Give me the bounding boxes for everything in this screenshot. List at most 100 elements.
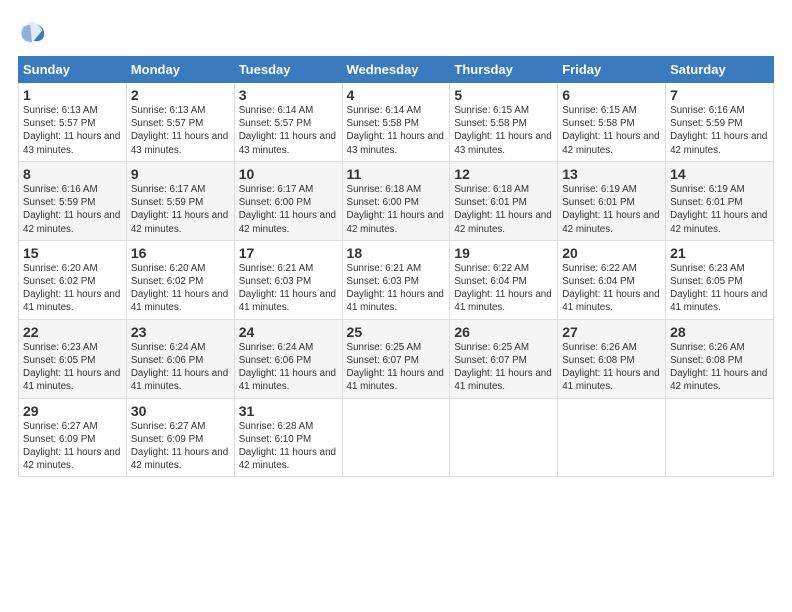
calendar-cell: 8 Sunrise: 6:16 AM Sunset: 5:59 PM Dayli… <box>19 161 127 240</box>
sunset-label: Sunset: 6:08 PM <box>562 355 634 366</box>
sunrise-label: Sunrise: 6:20 AM <box>131 263 206 274</box>
calendar-cell: 24 Sunrise: 6:24 AM Sunset: 6:06 PM Dayl… <box>234 319 342 398</box>
day-info: Sunrise: 6:20 AM Sunset: 6:02 PM Dayligh… <box>23 262 122 315</box>
sunset-label: Sunset: 5:57 PM <box>23 118 95 129</box>
sunset-label: Sunset: 6:01 PM <box>670 197 742 208</box>
daylight-label: Daylight: 11 hours and 42 minutes. <box>23 210 120 234</box>
calendar-header-thursday: Thursday <box>450 57 558 83</box>
day-number: 18 <box>347 245 446 261</box>
page: SundayMondayTuesdayWednesdayThursdayFrid… <box>0 0 792 612</box>
daylight-label: Daylight: 11 hours and 43 minutes. <box>347 131 444 155</box>
day-info: Sunrise: 6:23 AM Sunset: 6:05 PM Dayligh… <box>23 341 122 394</box>
day-info: Sunrise: 6:16 AM Sunset: 5:59 PM Dayligh… <box>23 183 122 236</box>
daylight-label: Daylight: 11 hours and 41 minutes. <box>23 368 120 392</box>
day-info: Sunrise: 6:15 AM Sunset: 5:58 PM Dayligh… <box>454 104 553 157</box>
sunset-label: Sunset: 6:07 PM <box>454 355 526 366</box>
day-info: Sunrise: 6:21 AM Sunset: 6:03 PM Dayligh… <box>347 262 446 315</box>
day-info: Sunrise: 6:28 AM Sunset: 6:10 PM Dayligh… <box>239 420 338 473</box>
logo-icon <box>18 18 46 46</box>
calendar-cell: 19 Sunrise: 6:22 AM Sunset: 6:04 PM Dayl… <box>450 240 558 319</box>
calendar-week-5: 29 Sunrise: 6:27 AM Sunset: 6:09 PM Dayl… <box>19 398 774 477</box>
sunrise-label: Sunrise: 6:21 AM <box>347 263 422 274</box>
sunset-label: Sunset: 6:09 PM <box>131 434 203 445</box>
day-info: Sunrise: 6:27 AM Sunset: 6:09 PM Dayligh… <box>131 420 230 473</box>
sunrise-label: Sunrise: 6:18 AM <box>347 184 422 195</box>
calendar-cell: 16 Sunrise: 6:20 AM Sunset: 6:02 PM Dayl… <box>126 240 234 319</box>
calendar-header-saturday: Saturday <box>666 57 774 83</box>
day-number: 24 <box>239 324 338 340</box>
sunrise-label: Sunrise: 6:22 AM <box>562 263 637 274</box>
daylight-label: Daylight: 11 hours and 41 minutes. <box>23 289 120 313</box>
calendar-cell <box>450 398 558 477</box>
calendar-cell: 25 Sunrise: 6:25 AM Sunset: 6:07 PM Dayl… <box>342 319 450 398</box>
day-number: 12 <box>454 166 553 182</box>
sunset-label: Sunset: 6:04 PM <box>454 276 526 287</box>
calendar-header-sunday: Sunday <box>19 57 127 83</box>
calendar-cell: 1 Sunrise: 6:13 AM Sunset: 5:57 PM Dayli… <box>19 83 127 162</box>
sunset-label: Sunset: 5:58 PM <box>454 118 526 129</box>
sunset-label: Sunset: 6:03 PM <box>239 276 311 287</box>
calendar-table: SundayMondayTuesdayWednesdayThursdayFrid… <box>18 56 774 477</box>
daylight-label: Daylight: 11 hours and 41 minutes. <box>239 289 336 313</box>
day-number: 28 <box>670 324 769 340</box>
logo <box>18 18 50 46</box>
daylight-label: Daylight: 11 hours and 42 minutes. <box>131 447 228 471</box>
sunset-label: Sunset: 6:10 PM <box>239 434 311 445</box>
day-info: Sunrise: 6:15 AM Sunset: 5:58 PM Dayligh… <box>562 104 661 157</box>
daylight-label: Daylight: 11 hours and 42 minutes. <box>670 210 767 234</box>
day-number: 29 <box>23 403 122 419</box>
sunset-label: Sunset: 5:58 PM <box>562 118 634 129</box>
calendar-header-tuesday: Tuesday <box>234 57 342 83</box>
sunrise-label: Sunrise: 6:26 AM <box>670 342 745 353</box>
sunrise-label: Sunrise: 6:16 AM <box>670 105 745 116</box>
sunrise-label: Sunrise: 6:24 AM <box>131 342 206 353</box>
sunrise-label: Sunrise: 6:24 AM <box>239 342 314 353</box>
sunrise-label: Sunrise: 6:25 AM <box>347 342 422 353</box>
day-info: Sunrise: 6:22 AM Sunset: 6:04 PM Dayligh… <box>562 262 661 315</box>
day-number: 31 <box>239 403 338 419</box>
daylight-label: Daylight: 11 hours and 43 minutes. <box>454 131 551 155</box>
daylight-label: Daylight: 11 hours and 42 minutes. <box>670 131 767 155</box>
calendar-cell: 15 Sunrise: 6:20 AM Sunset: 6:02 PM Dayl… <box>19 240 127 319</box>
sunset-label: Sunset: 6:09 PM <box>23 434 95 445</box>
sunset-label: Sunset: 6:07 PM <box>347 355 419 366</box>
sunrise-label: Sunrise: 6:27 AM <box>131 421 206 432</box>
sunrise-label: Sunrise: 6:14 AM <box>347 105 422 116</box>
day-info: Sunrise: 6:19 AM Sunset: 6:01 PM Dayligh… <box>670 183 769 236</box>
sunset-label: Sunset: 6:06 PM <box>239 355 311 366</box>
sunrise-label: Sunrise: 6:19 AM <box>562 184 637 195</box>
sunrise-label: Sunrise: 6:15 AM <box>454 105 529 116</box>
daylight-label: Daylight: 11 hours and 41 minutes. <box>454 289 551 313</box>
day-number: 10 <box>239 166 338 182</box>
calendar-cell: 31 Sunrise: 6:28 AM Sunset: 6:10 PM Dayl… <box>234 398 342 477</box>
day-number: 20 <box>562 245 661 261</box>
calendar-cell: 28 Sunrise: 6:26 AM Sunset: 6:08 PM Dayl… <box>666 319 774 398</box>
calendar-cell: 18 Sunrise: 6:21 AM Sunset: 6:03 PM Dayl… <box>342 240 450 319</box>
sunset-label: Sunset: 6:00 PM <box>347 197 419 208</box>
daylight-label: Daylight: 11 hours and 41 minutes. <box>239 368 336 392</box>
day-info: Sunrise: 6:26 AM Sunset: 6:08 PM Dayligh… <box>562 341 661 394</box>
calendar-week-4: 22 Sunrise: 6:23 AM Sunset: 6:05 PM Dayl… <box>19 319 774 398</box>
sunrise-label: Sunrise: 6:13 AM <box>23 105 98 116</box>
calendar-header-friday: Friday <box>558 57 666 83</box>
calendar-header-wednesday: Wednesday <box>342 57 450 83</box>
daylight-label: Daylight: 11 hours and 41 minutes. <box>562 368 659 392</box>
sunrise-label: Sunrise: 6:23 AM <box>23 342 98 353</box>
daylight-label: Daylight: 11 hours and 41 minutes. <box>454 368 551 392</box>
calendar-cell: 12 Sunrise: 6:18 AM Sunset: 6:01 PM Dayl… <box>450 161 558 240</box>
calendar-cell: 13 Sunrise: 6:19 AM Sunset: 6:01 PM Dayl… <box>558 161 666 240</box>
day-info: Sunrise: 6:24 AM Sunset: 6:06 PM Dayligh… <box>239 341 338 394</box>
day-number: 9 <box>131 166 230 182</box>
calendar-week-2: 8 Sunrise: 6:16 AM Sunset: 5:59 PM Dayli… <box>19 161 774 240</box>
sunrise-label: Sunrise: 6:18 AM <box>454 184 529 195</box>
sunrise-label: Sunrise: 6:17 AM <box>239 184 314 195</box>
day-info: Sunrise: 6:14 AM Sunset: 5:58 PM Dayligh… <box>347 104 446 157</box>
day-info: Sunrise: 6:20 AM Sunset: 6:02 PM Dayligh… <box>131 262 230 315</box>
sunset-label: Sunset: 6:02 PM <box>23 276 95 287</box>
day-info: Sunrise: 6:27 AM Sunset: 6:09 PM Dayligh… <box>23 420 122 473</box>
day-number: 7 <box>670 87 769 103</box>
daylight-label: Daylight: 11 hours and 41 minutes. <box>131 368 228 392</box>
calendar-cell: 9 Sunrise: 6:17 AM Sunset: 5:59 PM Dayli… <box>126 161 234 240</box>
sunrise-label: Sunrise: 6:26 AM <box>562 342 637 353</box>
sunset-label: Sunset: 6:01 PM <box>562 197 634 208</box>
